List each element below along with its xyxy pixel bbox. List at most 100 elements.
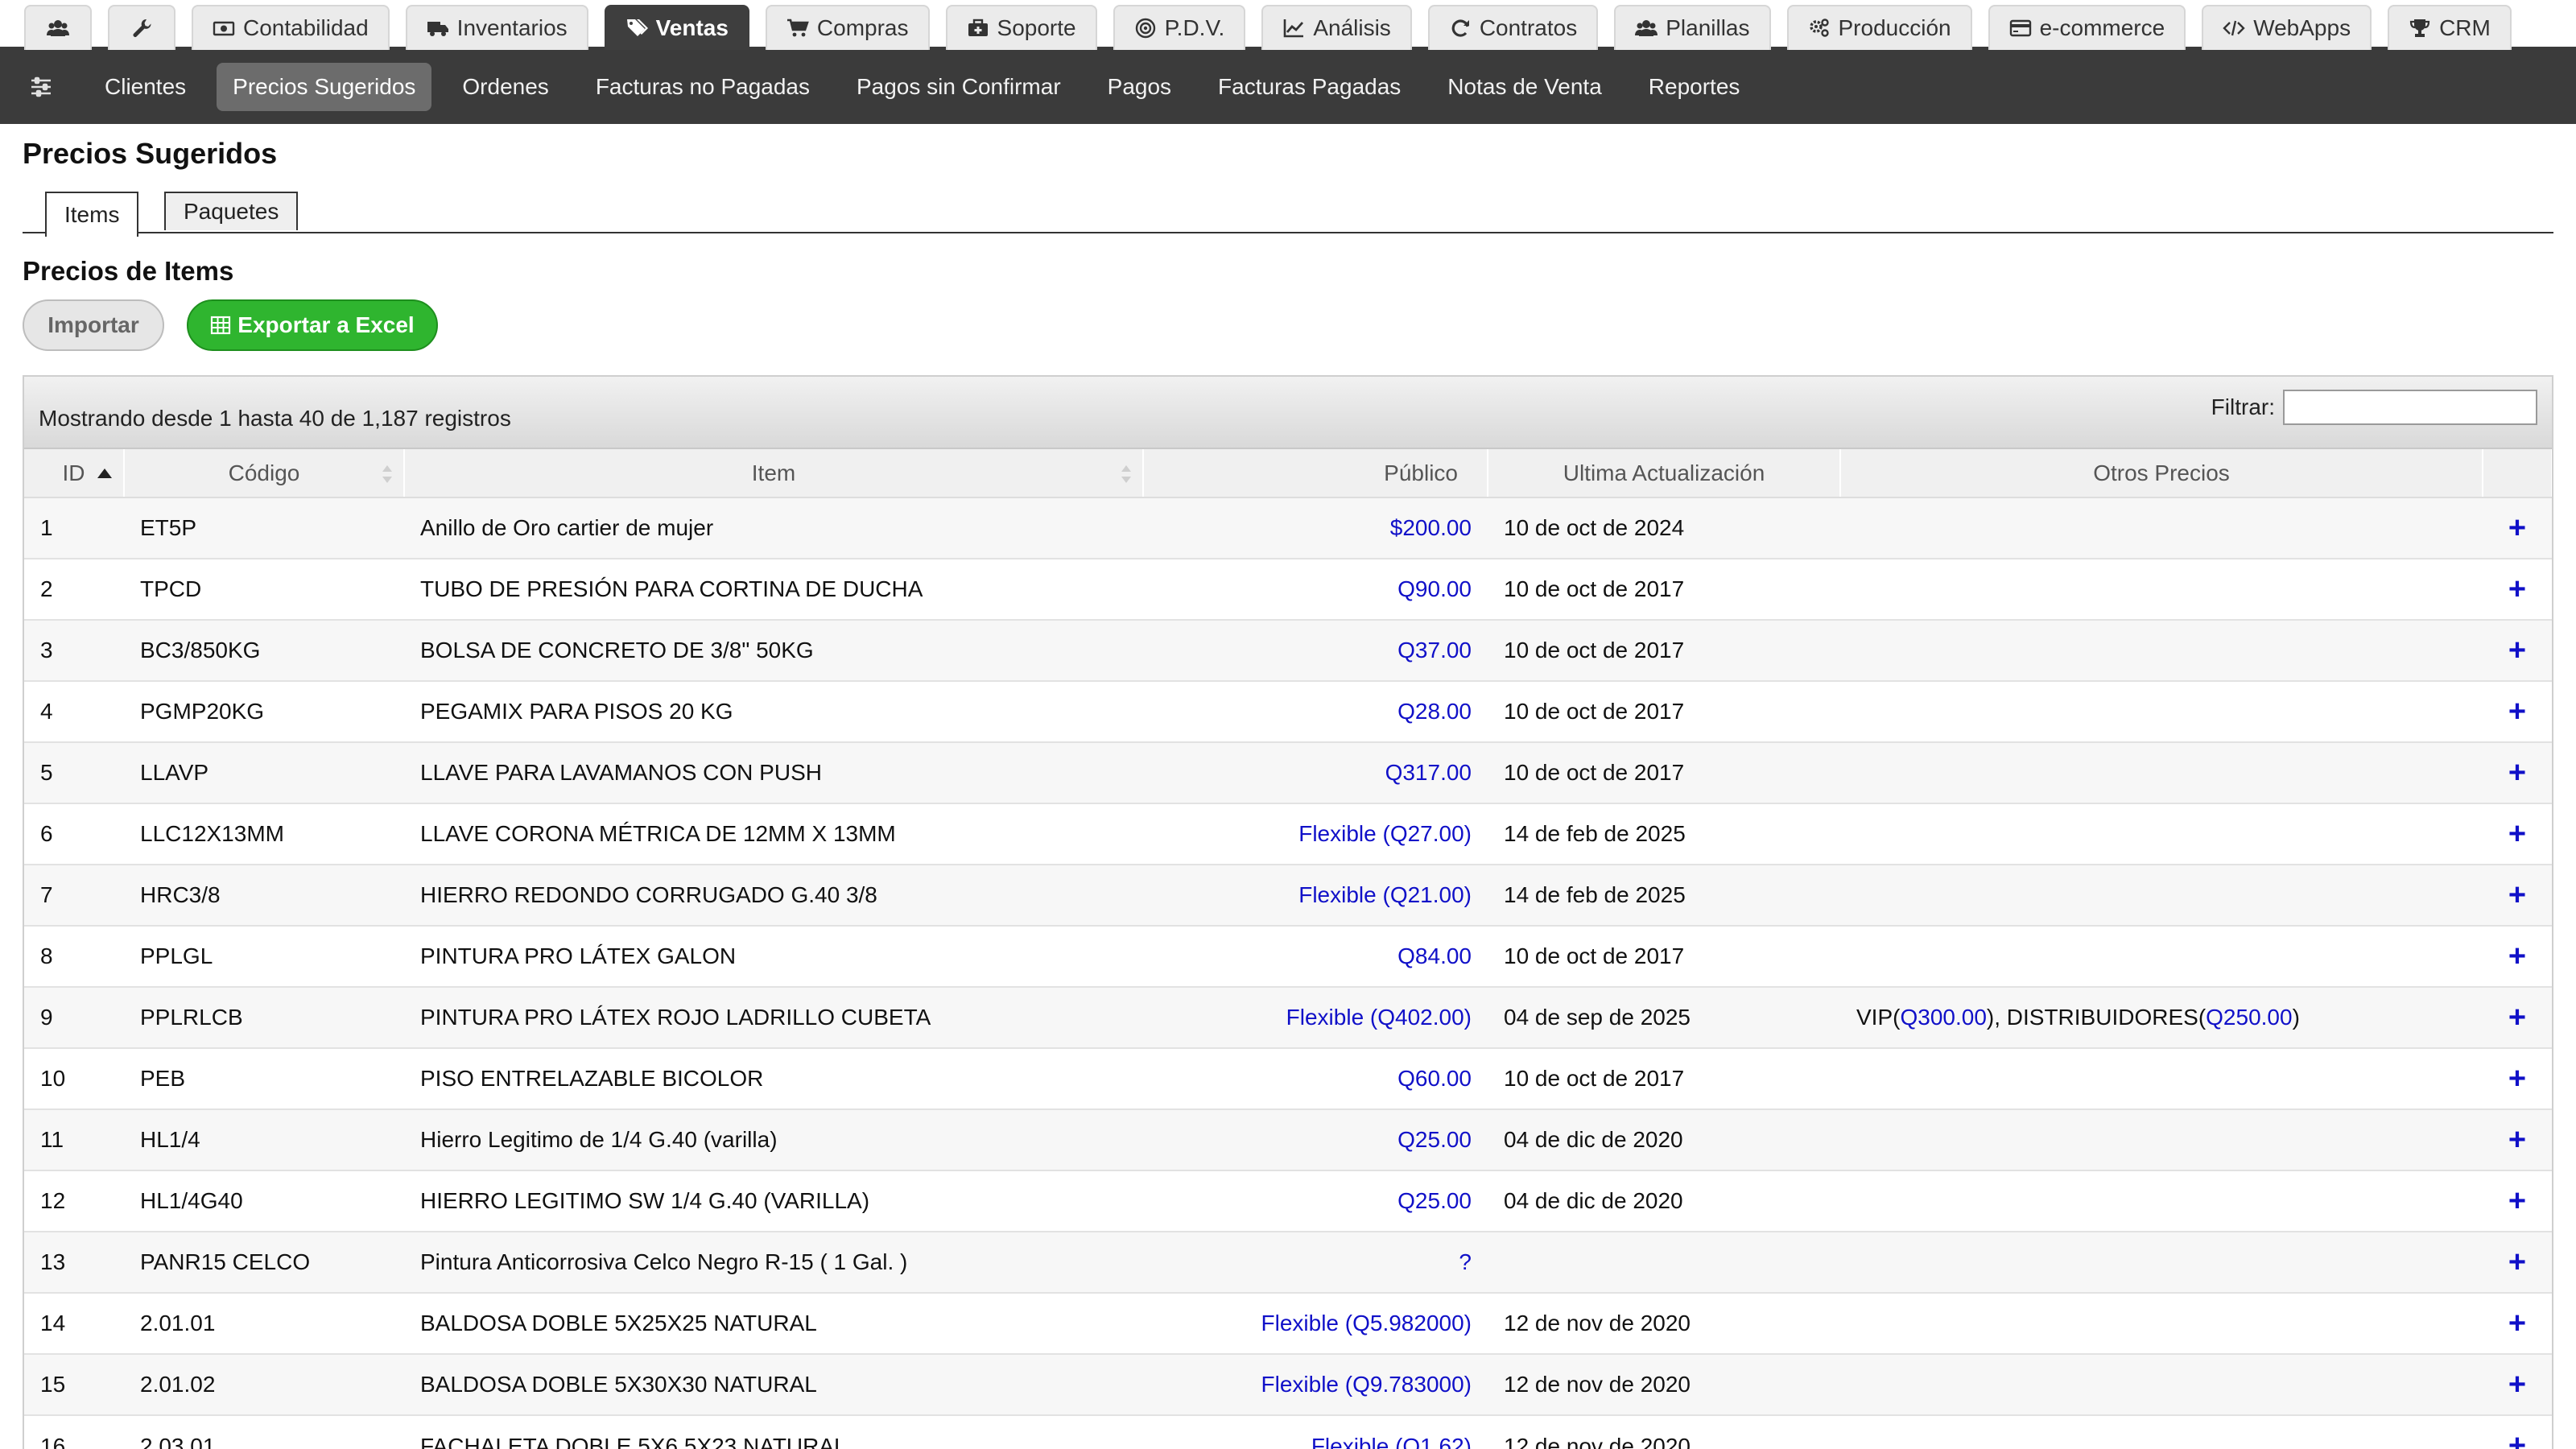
cell-public-price[interactable]: ? [1143,1231,1488,1293]
cell-public-price[interactable]: $200.00 [1143,497,1488,559]
col-public-label: Público [1384,460,1458,485]
cell-other-prices [1840,1047,2483,1109]
other-price-link[interactable]: Q250.00 [2206,1005,2292,1030]
module-tab-compras[interactable]: Compras [765,5,930,50]
cell-other-prices [1840,741,2483,803]
add-price-icon[interactable]: + [2483,864,2552,926]
cell-public-price[interactable]: Q25.00 [1143,1170,1488,1232]
module-tab-planillas[interactable]: Planillas [1614,5,1771,50]
subnav-item-precios-sugeridos[interactable]: Precios Sugeridos [217,63,432,111]
subnav-item-pagos[interactable]: Pagos [1092,63,1187,111]
subnav-item-facturas-pagadas[interactable]: Facturas Pagadas [1202,63,1417,111]
filter-input[interactable] [2283,390,2537,425]
module-tab-p-d-v[interactable]: P.D.V. [1113,5,1246,50]
cell-public-price[interactable]: Q60.00 [1143,1047,1488,1109]
table-row: 3 BC3/850KG BOLSA DE CONCRETO DE 3/8" 50KG… [24,619,2552,681]
col-code[interactable]: Código [124,449,405,498]
add-price-icon[interactable]: + [2483,925,2552,987]
module-tab-label: WebApps [2253,15,2351,40]
col-other: Otros Precios [1840,449,2483,498]
users-icon [1635,20,1658,36]
tab-items[interactable]: Items [45,192,139,237]
medkit-icon [968,19,988,36]
cell-public-price[interactable]: Flexible (Q21.00) [1143,864,1488,926]
module-tab-produccion[interactable]: Producción [1786,5,1972,50]
col-other-label: Otros Precios [2093,460,2230,485]
add-price-icon[interactable]: + [2483,803,2552,865]
cell-public-price[interactable]: Q25.00 [1143,1108,1488,1170]
module-tab-webapps[interactable]: WebApps [2202,5,2372,50]
cell-public-price[interactable]: Flexible (Q5.982000) [1143,1292,1488,1354]
table-row: 7 HRC3/8 HIERRO REDONDO CORRUGADO G.40 3/8… [24,864,2552,926]
subnav-item-pagos-sin-confirmar[interactable]: Pagos sin Confirmar [840,63,1077,111]
prices-table-panel: Mostrando desde 1 hasta 40 de 1,187 regi… [23,375,2553,1449]
cell-item: PEGAMIX PARA PISOS 20 KG [404,680,1143,742]
module-tab-soporte[interactable]: Soporte [945,5,1097,50]
cart-icon [786,19,809,37]
cell-public-price[interactable]: Flexible (Q9.783000) [1143,1353,1488,1415]
add-price-icon[interactable]: + [2483,497,2552,559]
tab-paquetes[interactable]: Paquetes [164,192,299,230]
cell-item: LLAVE PARA LAVAMANOS CON PUSH [404,741,1143,803]
section-title: Precios de Items [23,256,234,286]
subnav-item-ordenes[interactable]: Ordenes [446,63,564,111]
cell-public-price[interactable]: Q317.00 [1143,741,1488,803]
cell-code: 2.03.01 [124,1414,404,1449]
cell-public-price[interactable]: Q28.00 [1143,680,1488,742]
module-tab-inventarios[interactable]: Inventarios [405,5,588,50]
cell-public-price[interactable]: Q90.00 [1143,558,1488,620]
import-button[interactable]: Importar [23,299,164,351]
col-item[interactable]: Item [404,449,1144,498]
cell-item: PINTURA PRO LÁTEX GALON [404,925,1143,987]
add-price-icon[interactable]: + [2483,680,2552,742]
cell-id: 1 [24,497,124,559]
subnav-item-clientes[interactable]: Clientes [89,63,202,111]
add-price-icon[interactable]: + [2483,741,2552,803]
cell-id: 10 [24,1047,124,1109]
cell-item: FACHALETA DOBLE 5X6.5X23 NATURAL [404,1414,1143,1449]
export-excel-label: Exportar a Excel [237,312,415,337]
cell-item: HIERRO LEGITIMO SW 1/4 G.40 (VARILLA) [404,1170,1143,1232]
sliders-icon[interactable] [29,75,53,99]
module-tab-ventas[interactable]: Ventas [604,5,749,50]
cell-public-price[interactable]: Flexible (Q27.00) [1143,803,1488,865]
module-tab-users[interactable] [24,5,92,50]
add-price-icon[interactable]: + [2483,1170,2552,1232]
cell-item: PISO ENTRELAZABLE BICOLOR [404,1047,1143,1109]
cell-other-prices [1840,1231,2483,1293]
add-price-icon[interactable]: + [2483,1108,2552,1170]
add-price-icon[interactable]: + [2483,986,2552,1048]
cell-public-price[interactable]: Q84.00 [1143,925,1488,987]
module-tab-e-commerce[interactable]: e-commerce [1988,5,2186,50]
other-price-link[interactable]: Q300.00 [1900,1005,1986,1030]
module-tab-analisis[interactable]: Análisis [1261,5,1412,50]
cell-code: 2.01.01 [124,1292,404,1354]
add-price-icon[interactable]: + [2483,558,2552,620]
cell-updated: 14 de feb de 2025 [1488,803,1840,865]
module-tab-crm[interactable]: CRM [2388,5,2512,50]
add-price-icon[interactable]: + [2483,1292,2552,1354]
module-tab-wrench[interactable] [108,5,175,50]
cell-item: PINTURA PRO LÁTEX ROJO LADRILLO CUBETA [404,986,1143,1048]
subnav-item-notas-de-venta[interactable]: Notas de Venta [1431,63,1617,111]
module-tab-contabilidad[interactable]: Contabilidad [192,5,390,50]
add-price-icon[interactable]: + [2483,619,2552,681]
col-updated: Ultima Actualización [1488,449,1841,498]
cell-public-price[interactable]: Flexible (Q402.00) [1143,986,1488,1048]
cell-public-price[interactable]: Q37.00 [1143,619,1488,681]
module-tab-contratos[interactable]: Contratos [1427,5,1599,50]
add-price-icon[interactable]: + [2483,1353,2552,1415]
subnav-item-facturas-no-pagadas[interactable]: Facturas no Pagadas [580,63,826,111]
add-price-icon[interactable]: + [2483,1414,2552,1449]
col-id[interactable]: ID [24,449,125,498]
trophy-icon [2409,19,2430,37]
table-row: 9 PPLRLCB PINTURA PRO LÁTEX ROJO LADRILLO … [24,986,2552,1048]
export-excel-button[interactable]: Exportar a Excel [187,299,438,351]
add-price-icon[interactable]: + [2483,1047,2552,1109]
add-price-icon[interactable]: + [2483,1231,2552,1293]
cell-public-price[interactable]: Flexible (Q1.62) [1143,1414,1488,1449]
subnav-item-reportes[interactable]: Reportes [1633,63,1757,111]
cell-updated: 10 de oct de 2017 [1488,925,1840,987]
table-body: 1 ET5P Anillo de Oro cartier de mujer $200.… [24,497,2552,1449]
col-public: Público [1143,449,1488,498]
